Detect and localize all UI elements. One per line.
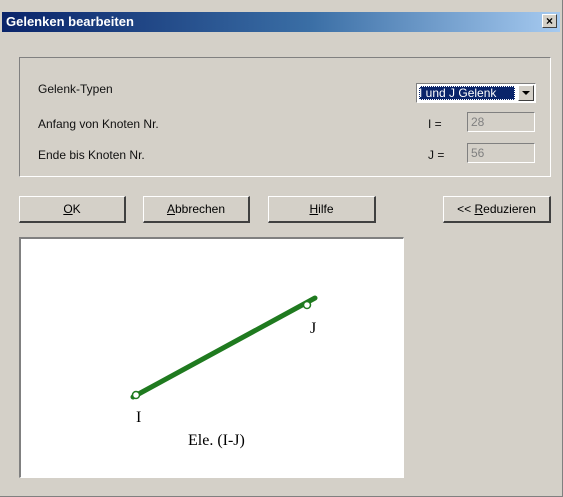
abbrechen-button[interactable]: Abbrechen [143, 196, 250, 223]
anfang-label: Anfang von Knoten Nr. [38, 117, 159, 131]
ende-eq-label: J = [428, 148, 445, 162]
reduzieren-mnemonic: R [474, 202, 484, 216]
title-bar[interactable]: Gelenken bearbeiten × [2, 12, 560, 32]
reduzieren-label-rest: eduzieren [483, 202, 536, 216]
abbrechen-label-rest: bbrechen [174, 202, 226, 216]
reduzieren-prefix: << [457, 202, 475, 216]
joint-i-marker [131, 390, 141, 400]
window-title: Gelenken bearbeiten [6, 14, 134, 29]
node-i-label: I [136, 409, 141, 426]
anfang-knoten-field[interactable]: 28 [467, 112, 535, 132]
chevron-down-icon [522, 91, 530, 95]
hilfe-label-rest: ilfe [318, 202, 334, 216]
dialog-window: Gelenken bearbeiten × Gelenk-Typen I und… [0, 0, 563, 497]
joint-diagram: I J Ele. (I-J) [130, 295, 318, 449]
ende-knoten-field[interactable]: 56 [467, 143, 535, 163]
ok-button[interactable]: OK [19, 196, 126, 223]
hilfe-button[interactable]: Hilfe [268, 196, 376, 223]
dropdown-button[interactable] [518, 85, 534, 101]
joint-j-marker [302, 300, 312, 310]
close-button[interactable]: × [542, 14, 557, 28]
ok-label-rest: K [72, 202, 81, 216]
abbrechen-mnemonic: A [166, 202, 175, 216]
close-icon: × [545, 14, 553, 28]
ende-label: Ende bis Knoten Nr. [38, 148, 145, 162]
reduzieren-button[interactable]: << Reduzieren [443, 196, 551, 223]
node-j-label: J [310, 320, 316, 337]
ok-mnemonic: O [63, 202, 73, 216]
hilfe-mnemonic: H [309, 202, 319, 216]
gelenk-typen-label: Gelenk-Typen [38, 82, 113, 96]
element-label: Ele. (I-J) [188, 432, 245, 449]
joint-preview-canvas: I J Ele. (I-J) [19, 237, 404, 478]
element-line [130, 295, 318, 400]
gelenk-typen-select[interactable]: I und J Gelenk [416, 83, 536, 103]
anfang-eq-label: I = [428, 117, 442, 131]
gelenk-typen-value: I und J Gelenk [419, 86, 515, 100]
